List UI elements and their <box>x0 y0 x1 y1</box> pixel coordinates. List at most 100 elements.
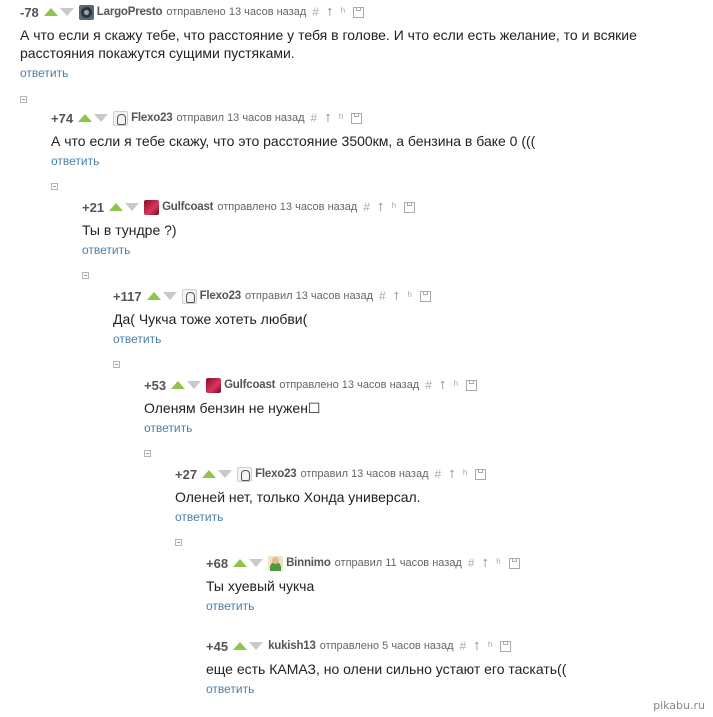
reply-link[interactable]: ответить <box>20 66 68 80</box>
branch-icon[interactable]: ʰ <box>488 639 493 653</box>
vote-up-icon[interactable] <box>146 292 161 300</box>
avatar[interactable] <box>268 555 284 571</box>
posted-time: отправлено 13 часов назад <box>166 6 307 18</box>
comment-text: Оленям бензин не нужен☐ <box>144 400 321 416</box>
hash-icon[interactable]: # <box>435 467 442 481</box>
comment-header: +117 Flexo23 отправил 13 часов назад # ⭡… <box>113 286 683 306</box>
arrow-up-icon[interactable]: ⭡ <box>378 200 384 215</box>
avatar[interactable] <box>144 199 160 215</box>
avatar[interactable] <box>181 288 197 304</box>
hash-icon[interactable]: # <box>379 289 386 303</box>
comment-rating: +21 <box>82 199 105 215</box>
save-icon[interactable] <box>466 379 478 391</box>
comment-text: А что если я скажу тебе, что расстояние … <box>20 27 637 61</box>
username[interactable]: kukish13 <box>268 640 316 652</box>
hash-icon[interactable]: # <box>459 639 466 653</box>
hash-icon[interactable]: # <box>363 200 370 214</box>
comment: +53 Gulfcoast отправлено 13 часов назад … <box>144 375 684 437</box>
save-icon[interactable] <box>351 112 363 124</box>
reply-link[interactable]: ответить <box>113 332 161 346</box>
vote-down-icon[interactable] <box>162 292 177 300</box>
arrow-up-icon[interactable]: ⭡ <box>483 556 489 571</box>
save-icon[interactable] <box>404 201 416 213</box>
branch-icon[interactable]: ʰ <box>341 5 346 19</box>
vote-down-icon[interactable] <box>94 114 109 122</box>
avatar[interactable] <box>206 377 222 393</box>
vote-up-icon[interactable] <box>171 381 186 389</box>
vote-down-icon[interactable] <box>218 470 233 478</box>
branch-icon[interactable]: ʰ <box>407 289 412 303</box>
watermark: pikabu.ru <box>653 699 705 712</box>
comment-rating: +74 <box>51 110 74 126</box>
posted-time: отправлено 13 часов назад <box>217 201 358 213</box>
vote-down-icon[interactable] <box>249 559 264 567</box>
save-icon[interactable] <box>353 6 365 18</box>
avatar[interactable] <box>113 110 129 126</box>
vote-up-icon[interactable] <box>109 203 124 211</box>
vote-up-icon[interactable] <box>202 470 217 478</box>
posted-time: отправил 13 часов назад <box>300 468 429 480</box>
avatar[interactable] <box>78 4 94 20</box>
posted-time: отправил 11 часов назад <box>334 557 462 569</box>
vote-up-icon[interactable] <box>78 114 93 122</box>
collapse-toggle-icon[interactable] <box>144 450 151 457</box>
arrow-up-icon[interactable]: ⭡ <box>327 5 333 20</box>
hash-icon[interactable]: # <box>312 5 319 19</box>
username[interactable]: Gulfcoast <box>224 379 275 391</box>
arrow-up-icon[interactable]: ⭡ <box>394 289 400 304</box>
branch-icon[interactable]: ʰ <box>463 467 468 481</box>
comment-text: Да( Чукча тоже хотеть любви( <box>113 311 308 327</box>
vote-down-icon[interactable] <box>249 642 264 650</box>
posted-time: отправлено 13 часов назад <box>279 379 420 391</box>
branch-icon[interactable]: ʰ <box>392 200 397 214</box>
collapse-toggle-icon[interactable] <box>175 539 182 546</box>
vote-up-icon[interactable] <box>43 8 58 16</box>
comment-text: Ты в тундре ?) <box>82 222 177 238</box>
comment: +68 Binnimo отправил 11 часов назад # ⭡ … <box>206 553 686 615</box>
vote-down-icon[interactable] <box>125 203 140 211</box>
collapse-toggle-icon[interactable] <box>20 96 27 103</box>
username[interactable]: LargoPresto <box>97 6 163 18</box>
save-icon[interactable] <box>508 557 520 569</box>
username[interactable]: Binnimo <box>286 557 331 569</box>
save-icon[interactable] <box>475 468 487 480</box>
reply-link[interactable]: ответить <box>51 154 99 168</box>
hash-icon[interactable]: # <box>425 378 432 392</box>
save-icon[interactable] <box>419 290 431 302</box>
comment-rating: +45 <box>206 638 229 654</box>
reply-link[interactable]: ответить <box>206 682 254 696</box>
hash-icon[interactable]: # <box>311 111 318 125</box>
arrow-up-icon[interactable]: ⭡ <box>474 639 480 654</box>
reply-link[interactable]: ответить <box>82 243 130 257</box>
vote-up-icon[interactable] <box>233 642 248 650</box>
reply-link[interactable]: ответить <box>144 421 192 435</box>
username[interactable]: Flexo23 <box>255 468 297 480</box>
branch-icon[interactable]: ʰ <box>339 111 344 125</box>
collapse-toggle-icon[interactable] <box>51 183 58 190</box>
arrow-up-icon[interactable]: ⭡ <box>449 467 455 482</box>
arrow-up-icon[interactable]: ⭡ <box>440 378 446 393</box>
username[interactable]: Gulfcoast <box>162 201 213 213</box>
avatar[interactable] <box>237 466 253 482</box>
comment: -78 LargoPresto отправлено 13 часов наза… <box>20 2 680 82</box>
hash-icon[interactable]: # <box>468 556 475 570</box>
comment-rating: -78 <box>20 4 39 20</box>
comment-header: +68 Binnimo отправил 11 часов назад # ⭡ … <box>206 553 686 573</box>
comment-text: А что если я тебе скажу, что это расстоя… <box>51 133 536 149</box>
reply-link[interactable]: ответить <box>175 510 223 524</box>
collapse-toggle-icon[interactable] <box>113 361 120 368</box>
comment-header: +74 Flexo23 отправил 13 часов назад # ⭡ … <box>51 108 691 128</box>
vote-up-icon[interactable] <box>233 559 248 567</box>
vote-down-icon[interactable] <box>187 381 202 389</box>
branch-icon[interactable]: ʰ <box>454 378 459 392</box>
posted-time: отправлено 5 часов назад <box>319 640 454 652</box>
collapse-toggle-icon[interactable] <box>82 272 89 279</box>
arrow-up-icon[interactable]: ⭡ <box>325 111 331 126</box>
vote-down-icon[interactable] <box>59 8 74 16</box>
reply-link[interactable]: ответить <box>206 599 254 613</box>
comment-header: +45 kukish13 отправлено 5 часов назад # … <box>206 636 686 656</box>
username[interactable]: Flexo23 <box>131 112 173 124</box>
username[interactable]: Flexo23 <box>200 290 242 302</box>
branch-icon[interactable]: ʰ <box>496 556 501 570</box>
save-icon[interactable] <box>500 640 512 652</box>
